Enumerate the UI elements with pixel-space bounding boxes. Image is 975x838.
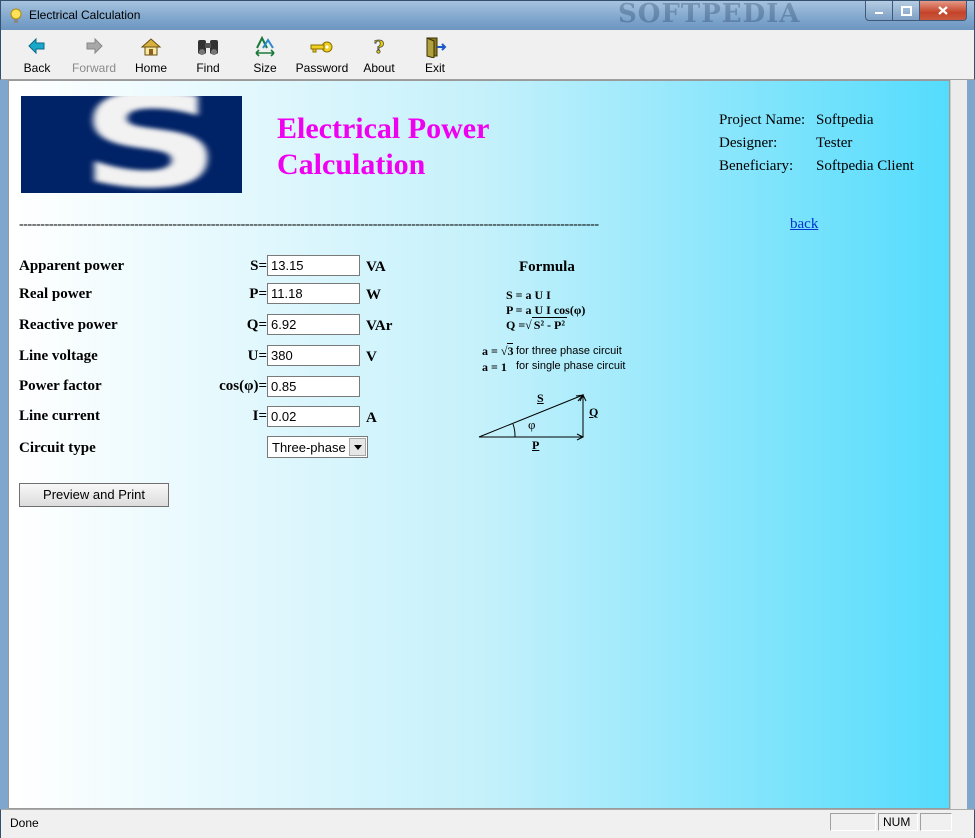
reactive-power-unit: VAr (366, 318, 393, 334)
softpedia-logo: S (21, 96, 242, 193)
dashed-separator: ----------------------------------------… (19, 217, 599, 232)
circuit-type-label: Circuit type (19, 440, 96, 456)
maximize-button[interactable] (892, 1, 920, 21)
preview-print-button[interactable]: Preview and Print (19, 483, 169, 507)
exit-door-icon (408, 36, 462, 60)
line-voltage-label: Line voltage (19, 348, 98, 364)
page-title: Electrical Power Calculation (277, 112, 490, 181)
triangle-label-s: S (537, 391, 544, 405)
formula-a-three-phase: a = √3 (482, 343, 514, 358)
line-current-unit: A (366, 410, 377, 426)
find-button[interactable]: Find (181, 36, 235, 78)
power-factor-label: Power factor (19, 378, 102, 394)
line-current-symbol: I= (252, 408, 267, 424)
num-lock-indicator: NUM (878, 813, 918, 831)
size-button[interactable]: Size (238, 36, 292, 78)
apparent-power-unit: VA (366, 259, 386, 275)
forward-arrow-icon (67, 36, 121, 60)
window-title: Electrical Calculation (29, 8, 141, 22)
power-factor-input[interactable] (267, 376, 360, 397)
back-link[interactable]: back (790, 216, 818, 233)
back-arrow-icon (10, 36, 64, 60)
font-size-icon (238, 36, 292, 60)
status-bar: Done NUM (0, 809, 975, 838)
window-frame-left (0, 80, 8, 809)
triangle-label-phi: φ (528, 417, 536, 432)
softpedia-watermark: SOFTPEDIA (618, 0, 801, 29)
exit-button[interactable]: Exit (408, 36, 462, 78)
about-button[interactable]: ? About (352, 36, 406, 78)
back-button[interactable]: Back (10, 36, 64, 78)
formula-a-single-phase: a = 1 (482, 360, 507, 374)
beneficiary-value: Softpedia Client (816, 158, 914, 174)
triangle-label-q: Q (589, 405, 599, 419)
key-icon (294, 36, 350, 60)
line-voltage-unit: V (366, 349, 377, 365)
apparent-power-input[interactable] (267, 255, 360, 276)
content-area: S Electrical Power Calculation Project N… (8, 80, 950, 809)
reactive-power-input[interactable] (267, 314, 360, 335)
formula-real: P = a U I cos(φ) (506, 303, 586, 317)
beneficiary-label: Beneficiary: (719, 158, 794, 174)
circuit-type-select[interactable]: Three-phase (267, 436, 368, 458)
minimize-button[interactable] (865, 1, 893, 21)
status-text: Done (10, 816, 39, 830)
password-button[interactable]: Password (294, 36, 350, 78)
line-current-input[interactable] (267, 406, 360, 427)
designer-value: Tester (816, 135, 853, 151)
triangle-label-p: P (532, 438, 540, 452)
three-phase-note: for three phase circuit (516, 345, 622, 357)
close-button[interactable] (919, 1, 967, 21)
svg-text:?: ? (374, 37, 385, 58)
toolbar: Back Forward Home Find Size Password ? A… (0, 30, 975, 80)
power-triangle-diagram (478, 393, 587, 441)
reactive-power-label: Reactive power (19, 317, 118, 333)
home-icon (124, 36, 178, 60)
lightbulb-icon (9, 8, 23, 24)
reactive-power-symbol: Q= (246, 317, 267, 333)
forward-button[interactable]: Forward (67, 36, 121, 78)
help-icon: ? (352, 36, 406, 60)
vertical-scrollbar[interactable] (950, 80, 967, 809)
line-voltage-symbol: U= (247, 348, 267, 364)
line-current-label: Line current (19, 408, 100, 424)
line-voltage-input[interactable] (267, 345, 360, 366)
project-name-label: Project Name: (719, 112, 806, 128)
real-power-unit: W (366, 287, 381, 303)
real-power-symbol: P= (249, 286, 267, 302)
project-info: Project Name: Softpedia Designer: Tester B… (719, 112, 914, 181)
formula-heading: Formula (519, 259, 575, 275)
apparent-power-symbol: S= (250, 258, 267, 274)
dropdown-arrow-icon[interactable] (349, 438, 366, 456)
window-frame-right (967, 80, 975, 809)
real-power-label: Real power (19, 286, 92, 302)
power-factor-symbol: cos(φ)= (219, 378, 267, 394)
apparent-power-label: Apparent power (19, 258, 125, 274)
formula-apparent: S = a U I (506, 288, 551, 302)
status-pane-empty-2 (920, 813, 952, 831)
designer-label: Designer: (719, 135, 778, 151)
binoculars-icon (181, 36, 235, 60)
status-pane-empty (830, 813, 876, 831)
circuit-type-value: Three-phase (272, 440, 346, 455)
home-button[interactable]: Home (124, 36, 178, 78)
formula-reactive: Q =√ S² - P² (506, 317, 567, 332)
real-power-input[interactable] (267, 283, 360, 304)
single-phase-note: for single phase circuit (516, 360, 626, 372)
title-bar: Electrical Calculation SOFTPEDIA (0, 0, 975, 30)
project-name-value: Softpedia (816, 112, 874, 128)
